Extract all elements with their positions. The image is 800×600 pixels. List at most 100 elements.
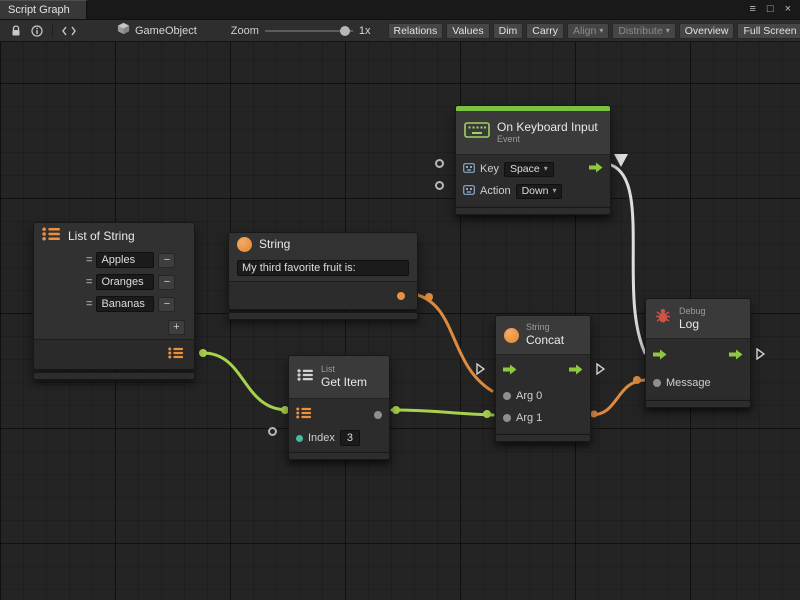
- list-item-input[interactable]: [96, 274, 154, 290]
- flow-input-port[interactable]: [503, 362, 517, 380]
- dropdown-caret-icon: ▾: [552, 187, 556, 195]
- node-header: Debug Log: [646, 299, 750, 339]
- string-output-port[interactable]: [397, 292, 405, 300]
- key-input-pin[interactable]: [435, 159, 444, 168]
- index-row: Index: [289, 427, 389, 449]
- drag-handle-icon[interactable]: =: [86, 298, 92, 310]
- maximize-icon[interactable]: □: [767, 4, 774, 15]
- distribute-button[interactable]: Distribute ▾: [612, 23, 675, 39]
- remove-item-button[interactable]: −: [158, 253, 175, 268]
- node-debug-log[interactable]: Debug Log Message: [645, 298, 751, 402]
- node-concat[interactable]: String Concat Arg 0 Arg 1: [495, 315, 591, 436]
- flow-output-port[interactable]: [729, 347, 743, 365]
- wire-list-to-getitem[interactable]: [203, 353, 288, 410]
- node-body: Key Space ▾ Action Down ▾: [456, 155, 610, 210]
- zoom-slider[interactable]: [265, 25, 353, 37]
- gameobject-label: GameObject: [135, 25, 197, 37]
- concat-flow-out-pin[interactable]: [596, 362, 605, 380]
- toolbar-separator: [52, 24, 53, 37]
- arg1-input-port[interactable]: [503, 414, 511, 422]
- action-input-pin[interactable]: [435, 181, 444, 190]
- node-get-item[interactable]: List Get Item Index: [288, 355, 390, 456]
- key-dropdown[interactable]: Space ▾: [504, 162, 554, 177]
- action-row: Action Down ▾: [456, 180, 610, 202]
- node-header: On Keyboard Input Event: [456, 111, 610, 155]
- dropdown-caret-icon: ▾: [599, 27, 603, 35]
- node-footer: [455, 207, 611, 215]
- carry-button[interactable]: Carry: [526, 23, 564, 39]
- wire-anchor-dot: [483, 410, 491, 418]
- wire-getitem-to-concat[interactable]: [392, 410, 493, 415]
- close-icon[interactable]: ×: [785, 4, 791, 15]
- arg0-label: Arg 0: [516, 390, 542, 402]
- flow-row: [496, 357, 590, 385]
- lock-icon[interactable]: [5, 22, 26, 40]
- tab-script-graph[interactable]: Script Graph: [0, 0, 87, 19]
- concat-flow-in-pin[interactable]: [476, 362, 485, 380]
- string-value-input[interactable]: [237, 260, 409, 276]
- remove-item-button[interactable]: −: [158, 275, 175, 290]
- node-body: Index: [289, 399, 389, 455]
- list-icon: [297, 368, 314, 386]
- flow-output-port[interactable]: [569, 362, 583, 380]
- list-item-row: = −: [34, 249, 194, 271]
- node-footer: [645, 400, 751, 408]
- node-list-of-string[interactable]: List of String = − = − = − +: [33, 222, 195, 370]
- fullscreen-button[interactable]: Full Screen: [737, 23, 800, 39]
- node-header: List of String: [34, 223, 194, 249]
- align-button[interactable]: Align ▾: [567, 23, 609, 39]
- window-menu-icon[interactable]: ≡: [749, 4, 755, 15]
- distribute-label: Distribute: [618, 25, 662, 37]
- overview-button[interactable]: Overview: [679, 23, 735, 39]
- string-value-row: [229, 255, 417, 281]
- list-item-input[interactable]: [96, 252, 154, 268]
- remove-item-button[interactable]: −: [158, 297, 175, 312]
- zoom-slider-knob[interactable]: [340, 26, 350, 36]
- list-input-port[interactable]: [296, 406, 312, 424]
- index-input[interactable]: [340, 430, 360, 446]
- flow-output-port[interactable]: [589, 160, 603, 178]
- drag-handle-icon[interactable]: =: [86, 276, 92, 288]
- list-input-row: [289, 403, 389, 427]
- arg1-row: Arg 1: [496, 407, 590, 429]
- index-input-port[interactable]: [296, 435, 303, 442]
- dim-button[interactable]: Dim: [493, 23, 524, 39]
- relations-button[interactable]: Relations: [388, 23, 444, 39]
- zoom-label: Zoom: [231, 25, 259, 37]
- info-icon[interactable]: [26, 22, 47, 40]
- gameobject-breadcrumb[interactable]: GameObject: [117, 22, 197, 40]
- list-output-port[interactable]: [168, 346, 184, 364]
- string-type-icon: [237, 237, 252, 252]
- arg0-input-port[interactable]: [503, 392, 511, 400]
- wire-start-arrow: [614, 154, 628, 167]
- keyboard-icon: [464, 121, 490, 144]
- dropdown-caret-icon: ▾: [544, 165, 548, 173]
- node-title: String: [259, 237, 290, 251]
- node-title: List of String: [68, 229, 135, 243]
- gameobject-cube-icon: [117, 22, 130, 40]
- add-item-button[interactable]: +: [168, 320, 185, 335]
- node-footer: [495, 434, 591, 442]
- message-input-port[interactable]: [653, 379, 661, 387]
- code-view-icon[interactable]: [58, 22, 79, 40]
- node-string-literal[interactable]: String: [228, 232, 418, 310]
- graph-canvas[interactable]: On Keyboard Input Event Key Space ▾: [0, 42, 800, 600]
- item-output-port[interactable]: [374, 411, 382, 419]
- values-button[interactable]: Values: [446, 23, 489, 39]
- drag-handle-icon[interactable]: =: [86, 254, 92, 266]
- node-on-keyboard-input[interactable]: On Keyboard Input Event Key Space ▾: [455, 105, 611, 211]
- index-pin[interactable]: [268, 427, 277, 436]
- wire-control-keyboard-to-log[interactable]: [611, 165, 645, 353]
- list-icon: [42, 227, 61, 246]
- wire-concat-to-log[interactable]: [591, 380, 647, 415]
- window-titlebar: Script Graph ≡ □ ×: [0, 0, 800, 20]
- message-label: Message: [666, 377, 711, 389]
- log-flow-out-pin[interactable]: [756, 347, 765, 365]
- flow-input-port[interactable]: [653, 347, 667, 365]
- node-header: String Concat: [496, 316, 590, 355]
- arg1-label: Arg 1: [516, 412, 542, 424]
- list-item-input[interactable]: [96, 296, 154, 312]
- key-row: Key Space ▾: [456, 158, 610, 180]
- node-title: On Keyboard Input: [497, 120, 598, 134]
- action-dropdown[interactable]: Down ▾: [516, 184, 563, 199]
